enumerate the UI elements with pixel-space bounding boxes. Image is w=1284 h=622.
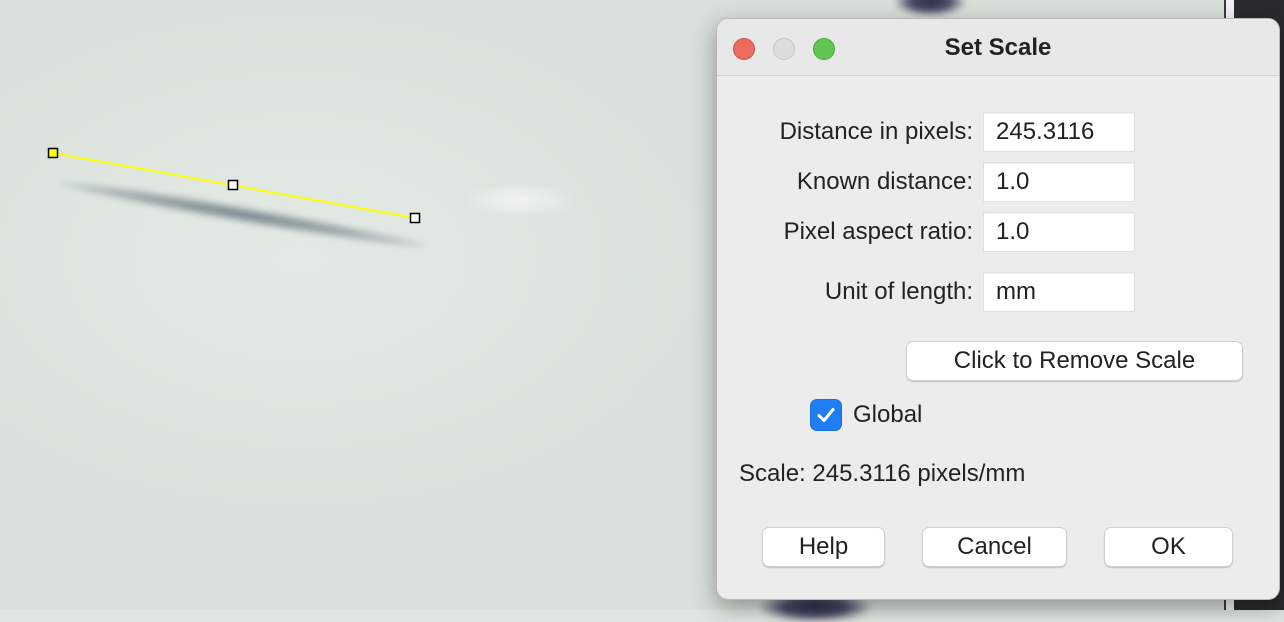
pixel-aspect-input[interactable] <box>983 212 1135 252</box>
global-checkbox[interactable] <box>811 400 841 430</box>
checkmark-icon <box>817 408 835 422</box>
scale-readout: Scale: 245.3116 pixels/mm <box>739 460 1026 487</box>
unit-length-input[interactable] <box>983 272 1135 312</box>
ok-button[interactable]: OK <box>1104 527 1233 567</box>
line-mid-handle[interactable] <box>227 179 239 191</box>
global-checkbox-label[interactable]: Global <box>853 397 922 433</box>
cancel-button[interactable]: Cancel <box>922 527 1067 567</box>
distance-pixels-input[interactable] <box>983 112 1135 152</box>
known-distance-input[interactable] <box>983 162 1135 202</box>
set-scale-dialog: Set Scale Distance in pixels: Known dist… <box>716 18 1280 600</box>
line-end-handle[interactable] <box>409 212 421 224</box>
unit-length-label: Unit of length: <box>824 278 973 305</box>
dialog-titlebar[interactable]: Set Scale <box>717 19 1279 76</box>
known-distance-label: Known distance: <box>796 168 973 195</box>
line-start-handle[interactable] <box>47 147 59 159</box>
distance-pixels-row: Distance in pixels: <box>717 112 1279 152</box>
help-button[interactable]: Help <box>762 527 885 567</box>
pixel-aspect-row: Pixel aspect ratio: <box>717 212 1279 252</box>
distance-pixels-label: Distance in pixels: <box>779 118 973 145</box>
remove-scale-button[interactable]: Click to Remove Scale <box>906 341 1243 381</box>
pixel-aspect-label: Pixel aspect ratio: <box>783 218 973 245</box>
dialog-title: Set Scale <box>944 34 1052 61</box>
known-distance-row: Known distance: <box>717 162 1279 202</box>
unit-length-row: Unit of length: <box>717 272 1279 312</box>
